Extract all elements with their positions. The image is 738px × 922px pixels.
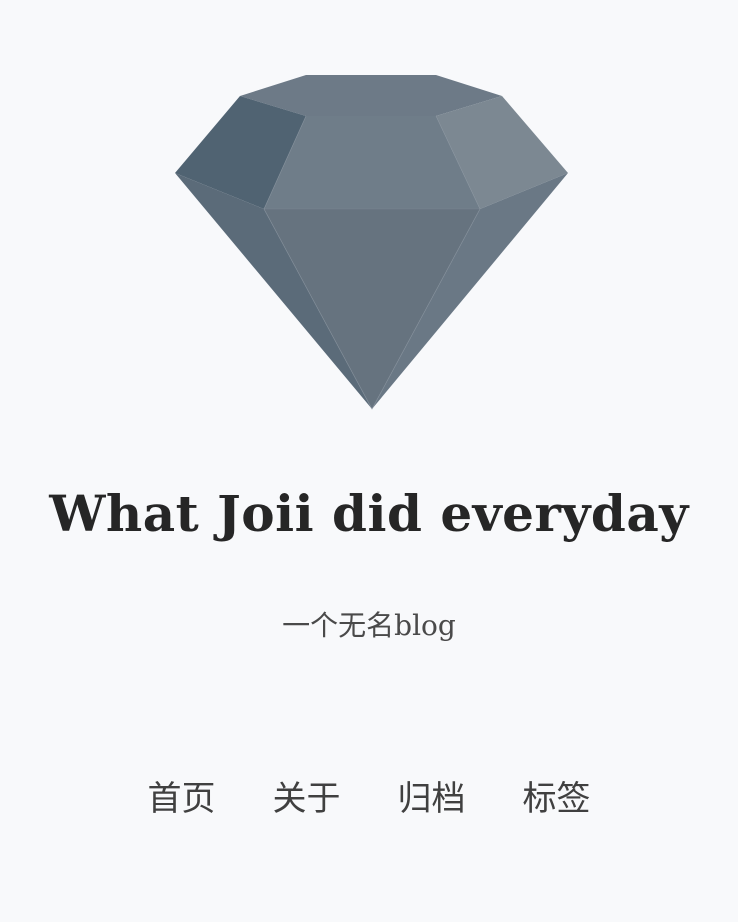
diamond-icon [175,75,568,410]
nav-link-about[interactable]: 关于 [269,776,344,822]
nav-list: 首页 关于 归档 标签 [0,776,738,822]
nav-link-archive[interactable]: 归档 [394,776,469,822]
nav-link-home[interactable]: 首页 [144,776,219,822]
site-title[interactable]: What Joii did everyday [0,478,738,550]
nav-item-about: 关于 [269,776,344,822]
nav-item-home: 首页 [144,776,219,822]
nav-item-tags: 标签 [519,776,594,822]
nav-item-archive: 归档 [394,776,469,822]
site-logo[interactable] [170,70,574,415]
site-subtitle: 一个无名blog [282,609,456,642]
nav-link-tags[interactable]: 标签 [519,776,594,822]
